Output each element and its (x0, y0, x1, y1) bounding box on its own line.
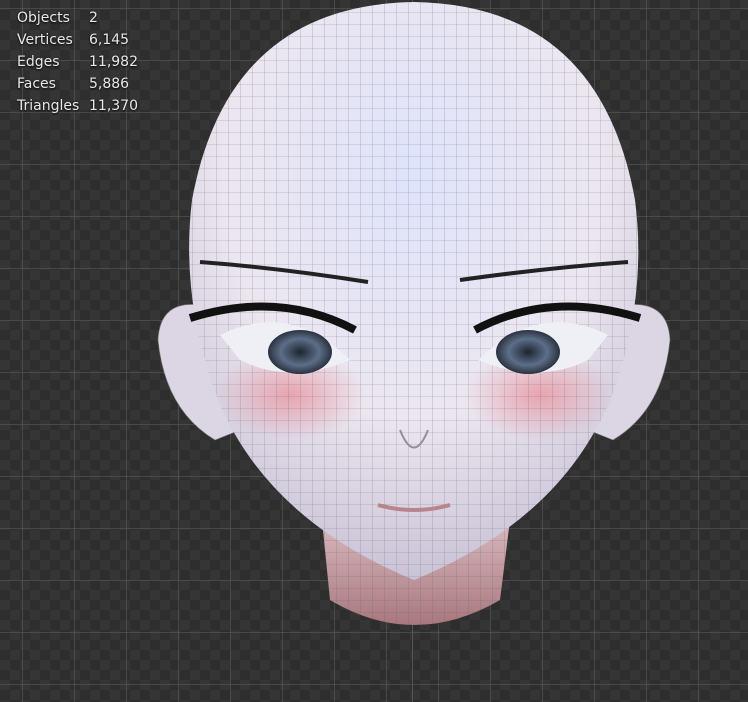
stat-value: 5,886 (89, 76, 130, 92)
stat-value: 6,145 (89, 32, 130, 48)
stat-vertices: Vertices 6,145 (17, 29, 138, 51)
stat-objects: Objects 2 (17, 7, 138, 29)
stat-edges: Edges 11,982 (17, 51, 138, 73)
stat-label: Faces (17, 76, 56, 92)
stat-triangles: Triangles 11,370 (17, 95, 138, 117)
stat-value: 11,982 (89, 54, 138, 70)
stat-label: Objects (17, 10, 70, 26)
statistics-overlay: Objects 2 Vertices 6,145 Edges 11,982 Faces… (17, 7, 138, 117)
face-wire (189, 2, 639, 580)
stat-faces: Faces 5,886 (17, 73, 138, 95)
stat-label: Vertices (17, 32, 73, 48)
head-mesh[interactable] (157, 2, 671, 625)
stat-label: Edges (17, 54, 60, 70)
stat-value: 2 (89, 10, 98, 26)
stat-value: 11,370 (89, 98, 138, 114)
stat-label: Triangles (17, 98, 80, 114)
